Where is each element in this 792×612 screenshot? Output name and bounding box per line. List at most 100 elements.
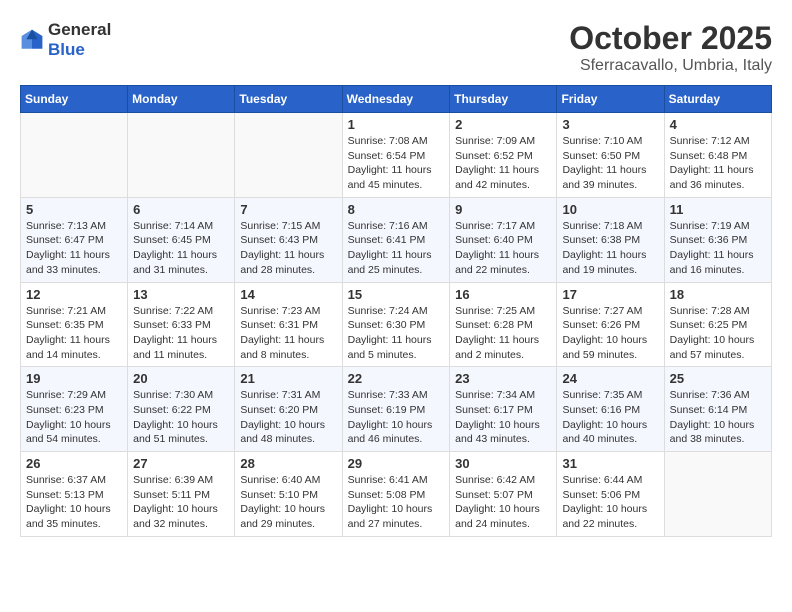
day-cell: 13 Sunrise: 7:22 AM Sunset: 6:33 PM Dayli… — [128, 282, 235, 367]
day-info: Sunrise: 7:09 AM Sunset: 6:52 PM Dayligh… — [455, 134, 551, 193]
week-row-1: 1 Sunrise: 7:08 AM Sunset: 6:54 PM Daylig… — [21, 113, 772, 198]
day-header-thursday: Thursday — [450, 86, 557, 113]
day-number: 28 — [240, 456, 336, 471]
day-header-saturday: Saturday — [664, 86, 771, 113]
day-info: Sunrise: 7:28 AM Sunset: 6:25 PM Dayligh… — [670, 304, 766, 363]
day-cell: 3 Sunrise: 7:10 AM Sunset: 6:50 PM Daylig… — [557, 113, 664, 198]
day-number: 17 — [562, 287, 658, 302]
day-cell: 24Sunrise: 7:35 AM Sunset: 6:16 PM Dayli… — [557, 367, 664, 452]
day-number: 22 — [348, 371, 445, 386]
day-cell: 27 Sunrise: 6:39 AM Sunset: 5:11 PM Dayli… — [128, 452, 235, 537]
day-cell: 19Sunrise: 7:29 AM Sunset: 6:23 PM Dayli… — [21, 367, 128, 452]
day-cell: 22 Sunrise: 7:33 AM Sunset: 6:19 PM Dayli… — [342, 367, 450, 452]
day-cell: 20Sunrise: 7:30 AM Sunset: 6:22 PM Dayli… — [128, 367, 235, 452]
day-info: Sunrise: 7:18 AM Sunset: 6:38 PM Dayligh… — [562, 219, 658, 278]
day-number: 14 — [240, 287, 336, 302]
day-cell — [235, 113, 342, 198]
day-number: 3 — [562, 117, 658, 132]
week-row-5: 26 Sunrise: 6:37 AM Sunset: 5:13 PM Dayli… — [21, 452, 772, 537]
day-number: 25 — [670, 371, 766, 386]
day-cell: 15Sunrise: 7:24 AM Sunset: 6:30 PM Dayli… — [342, 282, 450, 367]
logo-text: General Blue — [48, 20, 111, 60]
logo: General Blue — [20, 20, 111, 60]
day-info: Sunrise: 7:12 AM Sunset: 6:48 PM Dayligh… — [670, 134, 766, 193]
day-cell: 14 Sunrise: 7:23 AM Sunset: 6:31 PM Dayli… — [235, 282, 342, 367]
day-header-tuesday: Tuesday — [235, 86, 342, 113]
day-number: 15 — [348, 287, 445, 302]
day-number: 26 — [26, 456, 122, 471]
logo-blue-text: Blue — [48, 40, 85, 59]
day-cell: 26 Sunrise: 6:37 AM Sunset: 5:13 PM Dayli… — [21, 452, 128, 537]
day-cell: 7 Sunrise: 7:15 AM Sunset: 6:43 PM Daylig… — [235, 197, 342, 282]
day-info: Sunrise: 6:41 AM Sunset: 5:08 PM Dayligh… — [348, 473, 445, 532]
month-title: October 2025 — [569, 20, 772, 57]
day-cell: 1 Sunrise: 7:08 AM Sunset: 6:54 PM Daylig… — [342, 113, 450, 198]
day-cell: 17 Sunrise: 7:27 AM Sunset: 6:26 PM Dayli… — [557, 282, 664, 367]
day-number: 7 — [240, 202, 336, 217]
day-number: 27 — [133, 456, 229, 471]
day-number: 13 — [133, 287, 229, 302]
day-info: Sunrise: 7:15 AM Sunset: 6:43 PM Dayligh… — [240, 219, 336, 278]
day-cell: 16Sunrise: 7:25 AM Sunset: 6:28 PM Dayli… — [450, 282, 557, 367]
day-info: Sunrise: 7:10 AM Sunset: 6:50 PM Dayligh… — [562, 134, 658, 193]
week-row-2: 5 Sunrise: 7:13 AM Sunset: 6:47 PM Daylig… — [21, 197, 772, 282]
day-number: 24 — [562, 371, 658, 386]
day-cell: 18 Sunrise: 7:28 AM Sunset: 6:25 PM Dayli… — [664, 282, 771, 367]
days-header-row: SundayMondayTuesdayWednesdayThursdayFrid… — [21, 86, 772, 113]
day-number: 18 — [670, 287, 766, 302]
day-header-wednesday: Wednesday — [342, 86, 450, 113]
day-info: Sunrise: 6:39 AM Sunset: 5:11 PM Dayligh… — [133, 473, 229, 532]
day-info: Sunrise: 7:17 AM Sunset: 6:40 PM Dayligh… — [455, 219, 551, 278]
day-info: Sunrise: 7:19 AM Sunset: 6:36 PM Dayligh… — [670, 219, 766, 278]
day-cell: 31 Sunrise: 6:44 AM Sunset: 5:06 PM Dayli… — [557, 452, 664, 537]
day-number: 29 — [348, 456, 445, 471]
day-info: Sunrise: 7:27 AM Sunset: 6:26 PM Dayligh… — [562, 304, 658, 363]
day-number: 11 — [670, 202, 766, 217]
day-number: 4 — [670, 117, 766, 132]
day-number: 8 — [348, 202, 445, 217]
day-number: 19 — [26, 371, 122, 386]
header: General Blue October 2025 Sferracavallo,… — [20, 20, 772, 75]
day-cell: 8Sunrise: 7:16 AM Sunset: 6:41 PM Daylig… — [342, 197, 450, 282]
day-cell: 2 Sunrise: 7:09 AM Sunset: 6:52 PM Daylig… — [450, 113, 557, 198]
logo-general-text: General — [48, 20, 111, 39]
day-number: 2 — [455, 117, 551, 132]
day-number: 10 — [562, 202, 658, 217]
day-number: 1 — [348, 117, 445, 132]
week-row-3: 12 Sunrise: 7:21 AM Sunset: 6:35 PM Dayli… — [21, 282, 772, 367]
day-number: 20 — [133, 371, 229, 386]
day-number: 5 — [26, 202, 122, 217]
day-info: Sunrise: 7:23 AM Sunset: 6:31 PM Dayligh… — [240, 304, 336, 363]
day-cell: 5 Sunrise: 7:13 AM Sunset: 6:47 PM Daylig… — [21, 197, 128, 282]
day-info: Sunrise: 7:13 AM Sunset: 6:47 PM Dayligh… — [26, 219, 122, 278]
day-info: Sunrise: 7:22 AM Sunset: 6:33 PM Dayligh… — [133, 304, 229, 363]
calendar: SundayMondayTuesdayWednesdayThursdayFrid… — [20, 85, 772, 537]
day-info: Sunrise: 6:44 AM Sunset: 5:06 PM Dayligh… — [562, 473, 658, 532]
day-number: 12 — [26, 287, 122, 302]
day-info: Sunrise: 6:40 AM Sunset: 5:10 PM Dayligh… — [240, 473, 336, 532]
day-info: Sunrise: 7:34 AM Sunset: 6:17 PM Dayligh… — [455, 388, 551, 447]
day-header-friday: Friday — [557, 86, 664, 113]
title-area: October 2025 Sferracavallo, Umbria, Ital… — [569, 20, 772, 75]
week-row-4: 19Sunrise: 7:29 AM Sunset: 6:23 PM Dayli… — [21, 367, 772, 452]
day-header-sunday: Sunday — [21, 86, 128, 113]
day-info: Sunrise: 7:36 AM Sunset: 6:14 PM Dayligh… — [670, 388, 766, 447]
day-info: Sunrise: 6:37 AM Sunset: 5:13 PM Dayligh… — [26, 473, 122, 532]
day-info: Sunrise: 7:33 AM Sunset: 6:19 PM Dayligh… — [348, 388, 445, 447]
day-number: 23 — [455, 371, 551, 386]
day-info: Sunrise: 6:42 AM Sunset: 5:07 PM Dayligh… — [455, 473, 551, 532]
day-number: 31 — [562, 456, 658, 471]
day-number: 21 — [240, 371, 336, 386]
day-info: Sunrise: 7:21 AM Sunset: 6:35 PM Dayligh… — [26, 304, 122, 363]
day-cell: 10 Sunrise: 7:18 AM Sunset: 6:38 PM Dayli… — [557, 197, 664, 282]
day-cell: 11 Sunrise: 7:19 AM Sunset: 6:36 PM Dayli… — [664, 197, 771, 282]
day-info: Sunrise: 7:08 AM Sunset: 6:54 PM Dayligh… — [348, 134, 445, 193]
day-cell: 25 Sunrise: 7:36 AM Sunset: 6:14 PM Dayli… — [664, 367, 771, 452]
day-info: Sunrise: 7:14 AM Sunset: 6:45 PM Dayligh… — [133, 219, 229, 278]
day-cell: 6Sunrise: 7:14 AM Sunset: 6:45 PM Daylig… — [128, 197, 235, 282]
subtitle: Sferracavallo, Umbria, Italy — [569, 57, 772, 75]
day-cell: 4 Sunrise: 7:12 AM Sunset: 6:48 PM Daylig… — [664, 113, 771, 198]
day-cell — [664, 452, 771, 537]
logo-icon — [20, 28, 44, 52]
day-cell: 21Sunrise: 7:31 AM Sunset: 6:20 PM Dayli… — [235, 367, 342, 452]
